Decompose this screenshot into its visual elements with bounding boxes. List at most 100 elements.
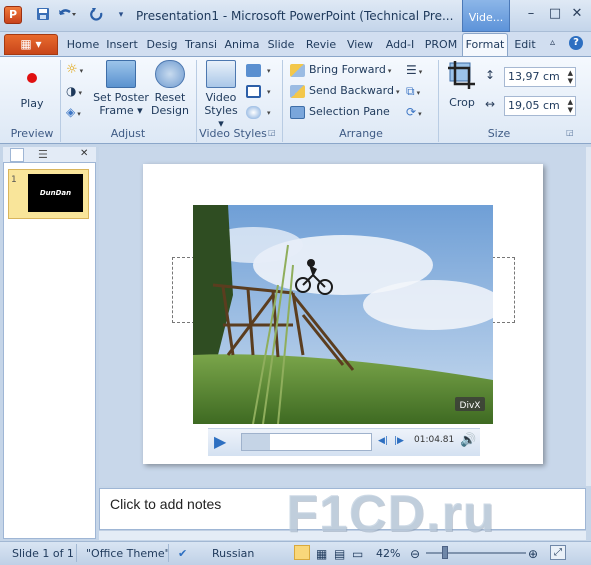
slide-thumbnail-image: DunDan <box>28 174 83 212</box>
dialog-launcher-icon[interactable]: ◲ <box>268 128 276 137</box>
play-button[interactable]: Play <box>12 64 52 110</box>
tab-slide-show[interactable]: Slide <box>265 36 297 56</box>
width-value: 19,05 cm <box>508 99 560 112</box>
group-objects-icon: ⧉ <box>406 84 415 98</box>
group-divider <box>282 60 283 142</box>
tab-transitions[interactable]: Transi <box>183 36 219 56</box>
play-record-icon <box>17 64 47 92</box>
slide-sorter-icon[interactable]: ▦ <box>316 547 327 561</box>
normal-view-icon[interactable] <box>294 545 310 560</box>
video-styles-button[interactable]: Video Styles ▾ <box>200 60 242 130</box>
group-divider <box>60 60 61 142</box>
slide-counter: Slide 1 of 1 <box>12 547 74 560</box>
undo-icon[interactable] <box>56 7 78 23</box>
play-label: Play <box>20 97 44 110</box>
video-styles-icon <box>206 60 236 88</box>
divx-logo: DivX <box>460 401 481 411</box>
selection-pane-icon <box>290 105 305 119</box>
minimize-ribbon-chevron-icon[interactable]: ▵ <box>550 37 555 48</box>
spinner-arrows-icon[interactable]: ▲ ▼ <box>568 98 573 114</box>
tab-animations[interactable]: Anima <box>224 36 260 56</box>
video-shape-icon <box>246 63 261 77</box>
window-title: Presentation1 - Microsoft PowerPoint (Te… <box>136 9 454 23</box>
video-tools-context-header: Vide... <box>462 0 510 32</box>
zoom-slider-thumb[interactable] <box>442 546 448 559</box>
minimize-icon[interactable]: – <box>520 6 542 24</box>
site-watermark: F1CD.ru <box>286 485 496 543</box>
language-indicator[interactable]: Russian <box>212 547 254 560</box>
play-video-icon[interactable]: ▶ <box>214 433 232 451</box>
zoom-out-icon[interactable]: ⊖ <box>410 547 420 561</box>
theme-name[interactable]: "Office Theme" <box>86 547 170 560</box>
poster-frame-label-1: Set Poster <box>93 91 149 104</box>
reading-view-icon[interactable]: ▤ <box>334 547 345 561</box>
vertical-scrollbar[interactable] <box>586 147 591 486</box>
notes-placeholder[interactable]: Click to add notes <box>110 496 221 512</box>
selection-pane-label: Selection Pane <box>309 105 390 118</box>
volume-icon[interactable]: 🔊 <box>460 433 476 448</box>
size-dialog-launcher-icon[interactable]: ◲ <box>566 128 574 137</box>
video-object[interactable]: DivX <box>193 205 493 424</box>
file-menu-button[interactable]: ▦ ▾ <box>4 34 58 55</box>
set-poster-frame-button[interactable]: Set Poster Frame ▾ <box>92 60 150 117</box>
video-styles-label-1: Video <box>205 91 237 104</box>
video-border-button[interactable]: ▾ <box>246 81 271 101</box>
zoom-slider-track[interactable] <box>426 552 526 554</box>
slides-tab-icon[interactable] <box>10 148 24 162</box>
save-icon[interactable] <box>34 7 52 23</box>
tab-design[interactable]: Desig <box>145 36 179 56</box>
tab-insert[interactable]: Insert <box>104 36 140 56</box>
office-menu-icon: ▦ ▾ <box>20 37 42 51</box>
bring-forward-button[interactable]: Bring Forward ▾ <box>290 60 391 80</box>
powerpoint-window: P ▾ Presentation1 - Microsoft PowerPoint… <box>0 0 591 565</box>
selection-pane-button[interactable]: Selection Pane <box>290 102 390 122</box>
fit-to-window-icon[interactable]: ⤢ <box>550 545 566 560</box>
slide-show-icon[interactable]: ▭ <box>352 547 363 561</box>
video-effects-button[interactable]: ▾ <box>246 102 271 122</box>
spell-check-icon[interactable]: ✔ <box>178 547 187 560</box>
close-icon[interactable]: ✕ <box>566 6 588 24</box>
contrast-icon: ◑ <box>66 84 77 98</box>
tab-view[interactable]: View <box>344 36 376 56</box>
spinner-arrows-icon[interactable]: ▲ ▼ <box>568 69 573 85</box>
zoom-level[interactable]: 42% <box>376 547 400 560</box>
customize-qat-chevron-icon[interactable]: ▾ <box>112 7 130 23</box>
repeat-icon[interactable] <box>88 7 106 23</box>
recolor-button[interactable]: ◈ ▾ <box>66 102 81 122</box>
poster-frame-icon <box>106 60 136 88</box>
contrast-button[interactable]: ◑ ▾ <box>66 81 82 101</box>
group-label-arrange: Arrange <box>339 127 383 140</box>
tab-review[interactable]: Revie <box>303 36 339 56</box>
close-pane-icon[interactable]: ✕ <box>80 148 88 159</box>
step-forward-icon[interactable]: |▶ <box>394 436 404 446</box>
video-time: 01:04.81 <box>414 435 455 445</box>
help-icon[interactable]: ? <box>569 36 583 50</box>
step-back-icon[interactable]: ◀| <box>378 436 388 446</box>
tab-home[interactable]: Home <box>66 36 100 56</box>
send-backward-button[interactable]: Send Backward ▾ <box>290 81 399 101</box>
zoom-in-icon[interactable]: ⊕ <box>528 547 538 561</box>
brightness-button[interactable]: ☼ ▾ <box>66 60 83 80</box>
send-backward-label: Send Backward <box>309 84 394 97</box>
video-shape-button[interactable]: ▾ <box>246 60 271 80</box>
bring-forward-icon <box>290 63 305 77</box>
tab-add-ins[interactable]: Add-I <box>382 36 418 56</box>
tab-prom[interactable]: PROM <box>423 36 459 56</box>
width-spinner[interactable]: 19,05 cm ▲ ▼ <box>504 96 576 116</box>
group-objects-button[interactable]: ⧉ ▾ <box>406 81 420 101</box>
tab-format[interactable]: Format <box>462 33 508 57</box>
crop-button[interactable]: Crop <box>444 60 480 109</box>
reset-design-button[interactable]: Reset Design <box>150 60 190 117</box>
group-divider <box>438 60 439 142</box>
rotate-button[interactable]: ⟳ ▾ <box>406 102 422 122</box>
align-button[interactable]: ☰ ▾ <box>406 60 422 80</box>
video-effects-icon <box>246 105 261 119</box>
height-icon: ↕ <box>485 68 496 82</box>
tab-edit[interactable]: Edit <box>511 36 539 56</box>
group-divider <box>196 60 197 142</box>
outline-tab-icon[interactable]: ☰ <box>38 148 48 161</box>
height-spinner[interactable]: 13,97 cm ▲ ▼ <box>504 67 576 87</box>
height-value: 13,97 cm <box>508 70 560 83</box>
restore-icon[interactable]: □ <box>544 6 566 24</box>
powerpoint-logo-icon[interactable]: P <box>4 6 22 24</box>
